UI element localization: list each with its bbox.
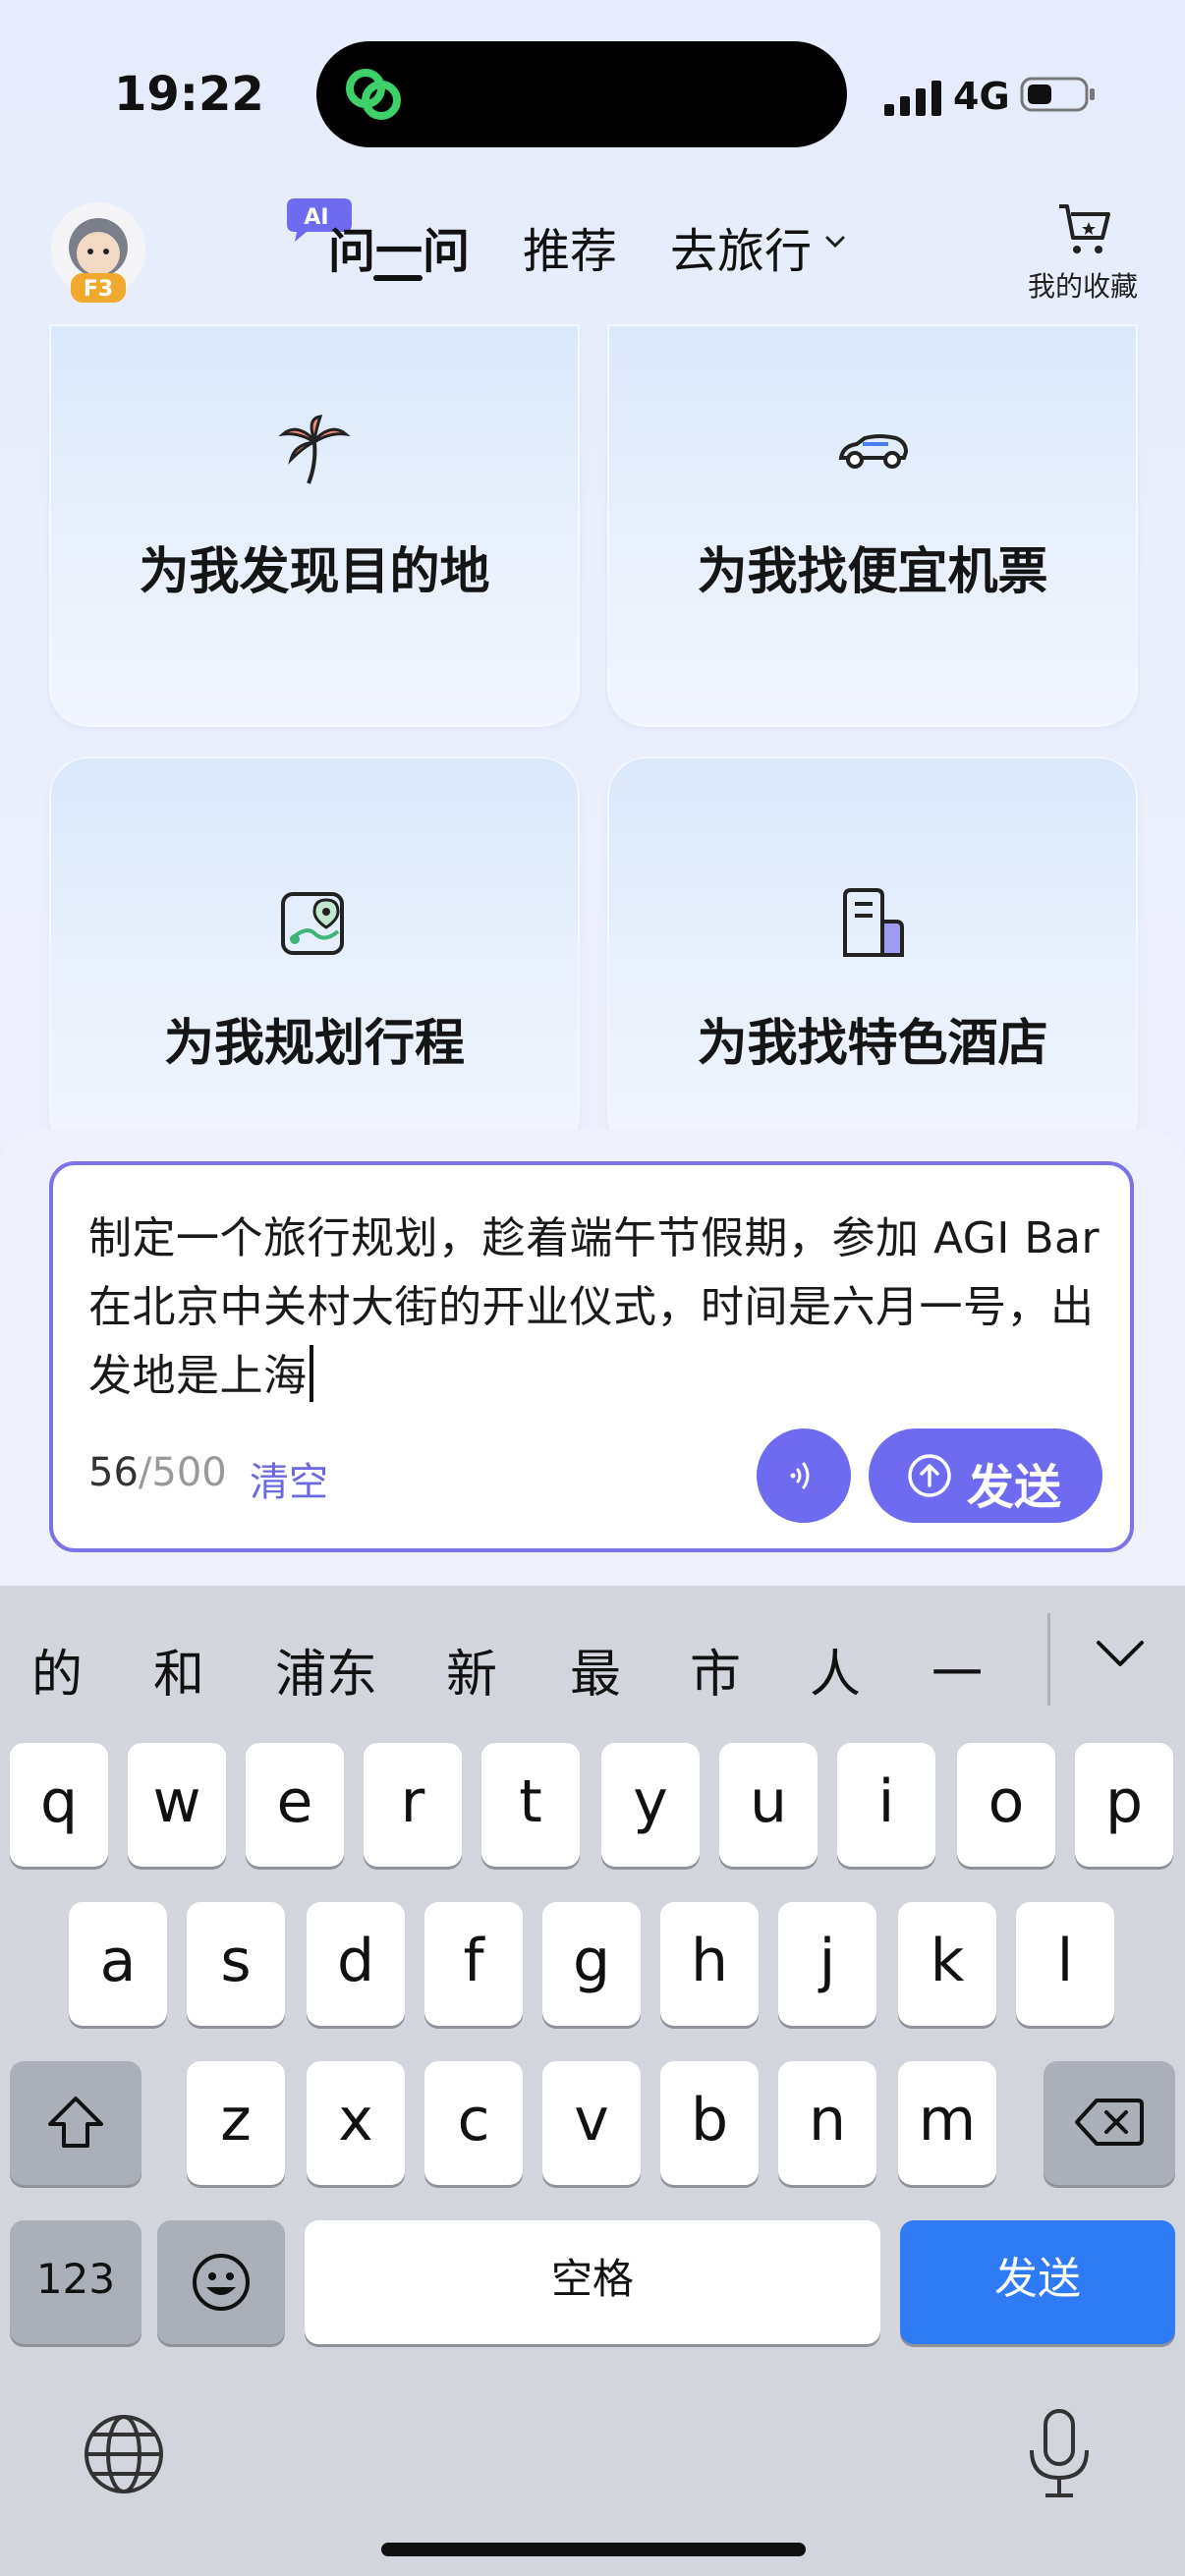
svg-text:F3: F3 bbox=[84, 277, 113, 302]
key-k[interactable]: k bbox=[898, 1902, 996, 2026]
emoji-icon bbox=[193, 2254, 250, 2311]
candidate-bar: 的 和 浦东 新 最 市 人 一 bbox=[0, 1586, 1185, 1745]
numbers-key[interactable]: 123 bbox=[10, 2220, 141, 2344]
battery-icon bbox=[1020, 77, 1095, 112]
chevron-down-icon[interactable] bbox=[823, 232, 847, 252]
char-count-max: /500 bbox=[138, 1450, 227, 1495]
candidate-item[interactable]: 市 bbox=[690, 1633, 741, 1707]
key-o[interactable]: o bbox=[957, 1743, 1055, 1867]
candidate-item[interactable]: 新 bbox=[446, 1633, 497, 1707]
top-nav: F3 AI 问一问 推荐 去旅行 我的收藏 bbox=[0, 187, 1185, 334]
key-j[interactable]: j bbox=[778, 1902, 876, 2026]
key-t[interactable]: t bbox=[481, 1743, 580, 1867]
return-key[interactable]: 发送 bbox=[900, 2220, 1175, 2344]
candidate-item[interactable]: 的 bbox=[31, 1633, 83, 1707]
key-w[interactable]: w bbox=[128, 1743, 226, 1867]
key-z[interactable]: z bbox=[187, 2061, 285, 2185]
candidate-item[interactable]: 人 bbox=[810, 1633, 861, 1707]
text-caret bbox=[309, 1345, 313, 1402]
status-bar: 19:22 4G bbox=[0, 0, 1185, 187]
chat-input-text: 制定一个旅行规划，趁着端午节假期，参加 AGI Bar 在北京中关村大街的开业仪… bbox=[88, 1213, 1100, 1401]
card-label: 为我规划行程 bbox=[163, 1015, 465, 1073]
network-type: 4G bbox=[953, 75, 1010, 118]
palm-tree-icon bbox=[278, 415, 351, 484]
backspace-icon bbox=[1075, 2099, 1144, 2146]
car-icon bbox=[838, 434, 909, 469]
link-rings-icon bbox=[346, 69, 401, 120]
favorites-cart-icon[interactable] bbox=[1053, 198, 1114, 259]
avatar[interactable]: F3 bbox=[47, 200, 149, 307]
key-i[interactable]: i bbox=[837, 1743, 935, 1867]
card-plan-itinerary[interactable]: 为我规划行程 bbox=[49, 756, 580, 1153]
globe-icon[interactable] bbox=[83, 2413, 165, 2495]
card-label: 为我找便宜机票 bbox=[697, 543, 1048, 601]
tab-go-travel[interactable]: 去旅行 bbox=[670, 212, 812, 281]
cellular-signal-icon bbox=[884, 81, 941, 116]
key-l[interactable]: l bbox=[1016, 1902, 1114, 2026]
card-cheap-flights[interactable]: 为我找便宜机票 bbox=[607, 324, 1138, 727]
upload-arrow-icon bbox=[908, 1454, 951, 1497]
key-e[interactable]: e bbox=[246, 1743, 344, 1867]
candidate-item[interactable]: 最 bbox=[570, 1633, 621, 1707]
key-x[interactable]: x bbox=[307, 2061, 405, 2185]
key-d[interactable]: d bbox=[307, 1902, 405, 2026]
keyboard: 的 和 浦东 新 最 市 人 一 q w e r t y u i o p a s… bbox=[0, 1586, 1185, 2576]
sound-wave-icon bbox=[790, 1462, 810, 1489]
tab-recommend[interactable]: 推荐 bbox=[523, 212, 617, 281]
emoji-key[interactable] bbox=[157, 2220, 285, 2344]
space-key[interactable]: 空格 bbox=[305, 2220, 880, 2344]
chat-input[interactable]: 制定一个旅行规划，趁着端午节假期，参加 AGI Bar 在北京中关村大街的开业仪… bbox=[88, 1204, 1100, 1411]
key-y[interactable]: y bbox=[601, 1743, 700, 1867]
candidate-divider bbox=[1047, 1613, 1050, 1706]
backspace-key[interactable] bbox=[1044, 2061, 1175, 2185]
key-n[interactable]: n bbox=[778, 2061, 876, 2185]
shift-arrow-icon bbox=[48, 2097, 103, 2148]
tab-ask[interactable]: 问一问 bbox=[328, 212, 470, 281]
key-v[interactable]: v bbox=[542, 2061, 641, 2185]
key-q[interactable]: q bbox=[10, 1743, 108, 1867]
char-count-used: 56 bbox=[88, 1450, 139, 1495]
home-indicator[interactable] bbox=[381, 2543, 806, 2556]
key-p[interactable]: p bbox=[1075, 1743, 1173, 1867]
favorites-label[interactable]: 我的收藏 bbox=[1028, 265, 1138, 305]
ai-badge-label: AI bbox=[304, 205, 328, 230]
key-f[interactable]: f bbox=[424, 1902, 523, 2026]
candidate-item[interactable]: 和 bbox=[153, 1633, 204, 1707]
hotel-icon bbox=[843, 888, 904, 957]
expand-candidates-chevron-icon[interactable] bbox=[1093, 1635, 1148, 1674]
active-tab-indicator bbox=[373, 275, 423, 281]
candidate-item[interactable]: 一 bbox=[931, 1633, 983, 1707]
card-discover-destination[interactable]: 为我发现目的地 bbox=[49, 324, 580, 727]
key-g[interactable]: g bbox=[542, 1902, 641, 2026]
card-label: 为我找特色酒店 bbox=[697, 1015, 1048, 1073]
send-button-label: 发送 bbox=[967, 1460, 1062, 1515]
key-r[interactable]: r bbox=[364, 1743, 462, 1867]
send-button[interactable]: 发送 bbox=[869, 1428, 1102, 1523]
clear-button[interactable]: 清空 bbox=[250, 1450, 328, 1507]
key-m[interactable]: m bbox=[898, 2061, 996, 2185]
char-counter: 56/500 bbox=[88, 1450, 227, 1495]
shift-key[interactable] bbox=[10, 2061, 141, 2185]
key-s[interactable]: s bbox=[187, 1902, 285, 2026]
key-a[interactable]: a bbox=[69, 1902, 167, 2026]
map-icon bbox=[281, 892, 344, 955]
card-featured-hotels[interactable]: 为我找特色酒店 bbox=[607, 756, 1138, 1153]
card-label: 为我发现目的地 bbox=[139, 543, 490, 601]
chat-input-box[interactable]: 制定一个旅行规划，趁着端午节假期，参加 AGI Bar 在北京中关村大街的开业仪… bbox=[49, 1161, 1134, 1552]
key-b[interactable]: b bbox=[660, 2061, 759, 2185]
key-h[interactable]: h bbox=[660, 1902, 759, 2026]
key-c[interactable]: c bbox=[424, 2061, 523, 2185]
microphone-icon[interactable] bbox=[1022, 2407, 1097, 2501]
key-u[interactable]: u bbox=[719, 1743, 818, 1867]
voice-input-button[interactable] bbox=[757, 1428, 851, 1523]
status-time: 19:22 bbox=[114, 67, 264, 122]
candidate-item[interactable]: 浦东 bbox=[275, 1633, 377, 1707]
dynamic-island bbox=[316, 41, 847, 147]
